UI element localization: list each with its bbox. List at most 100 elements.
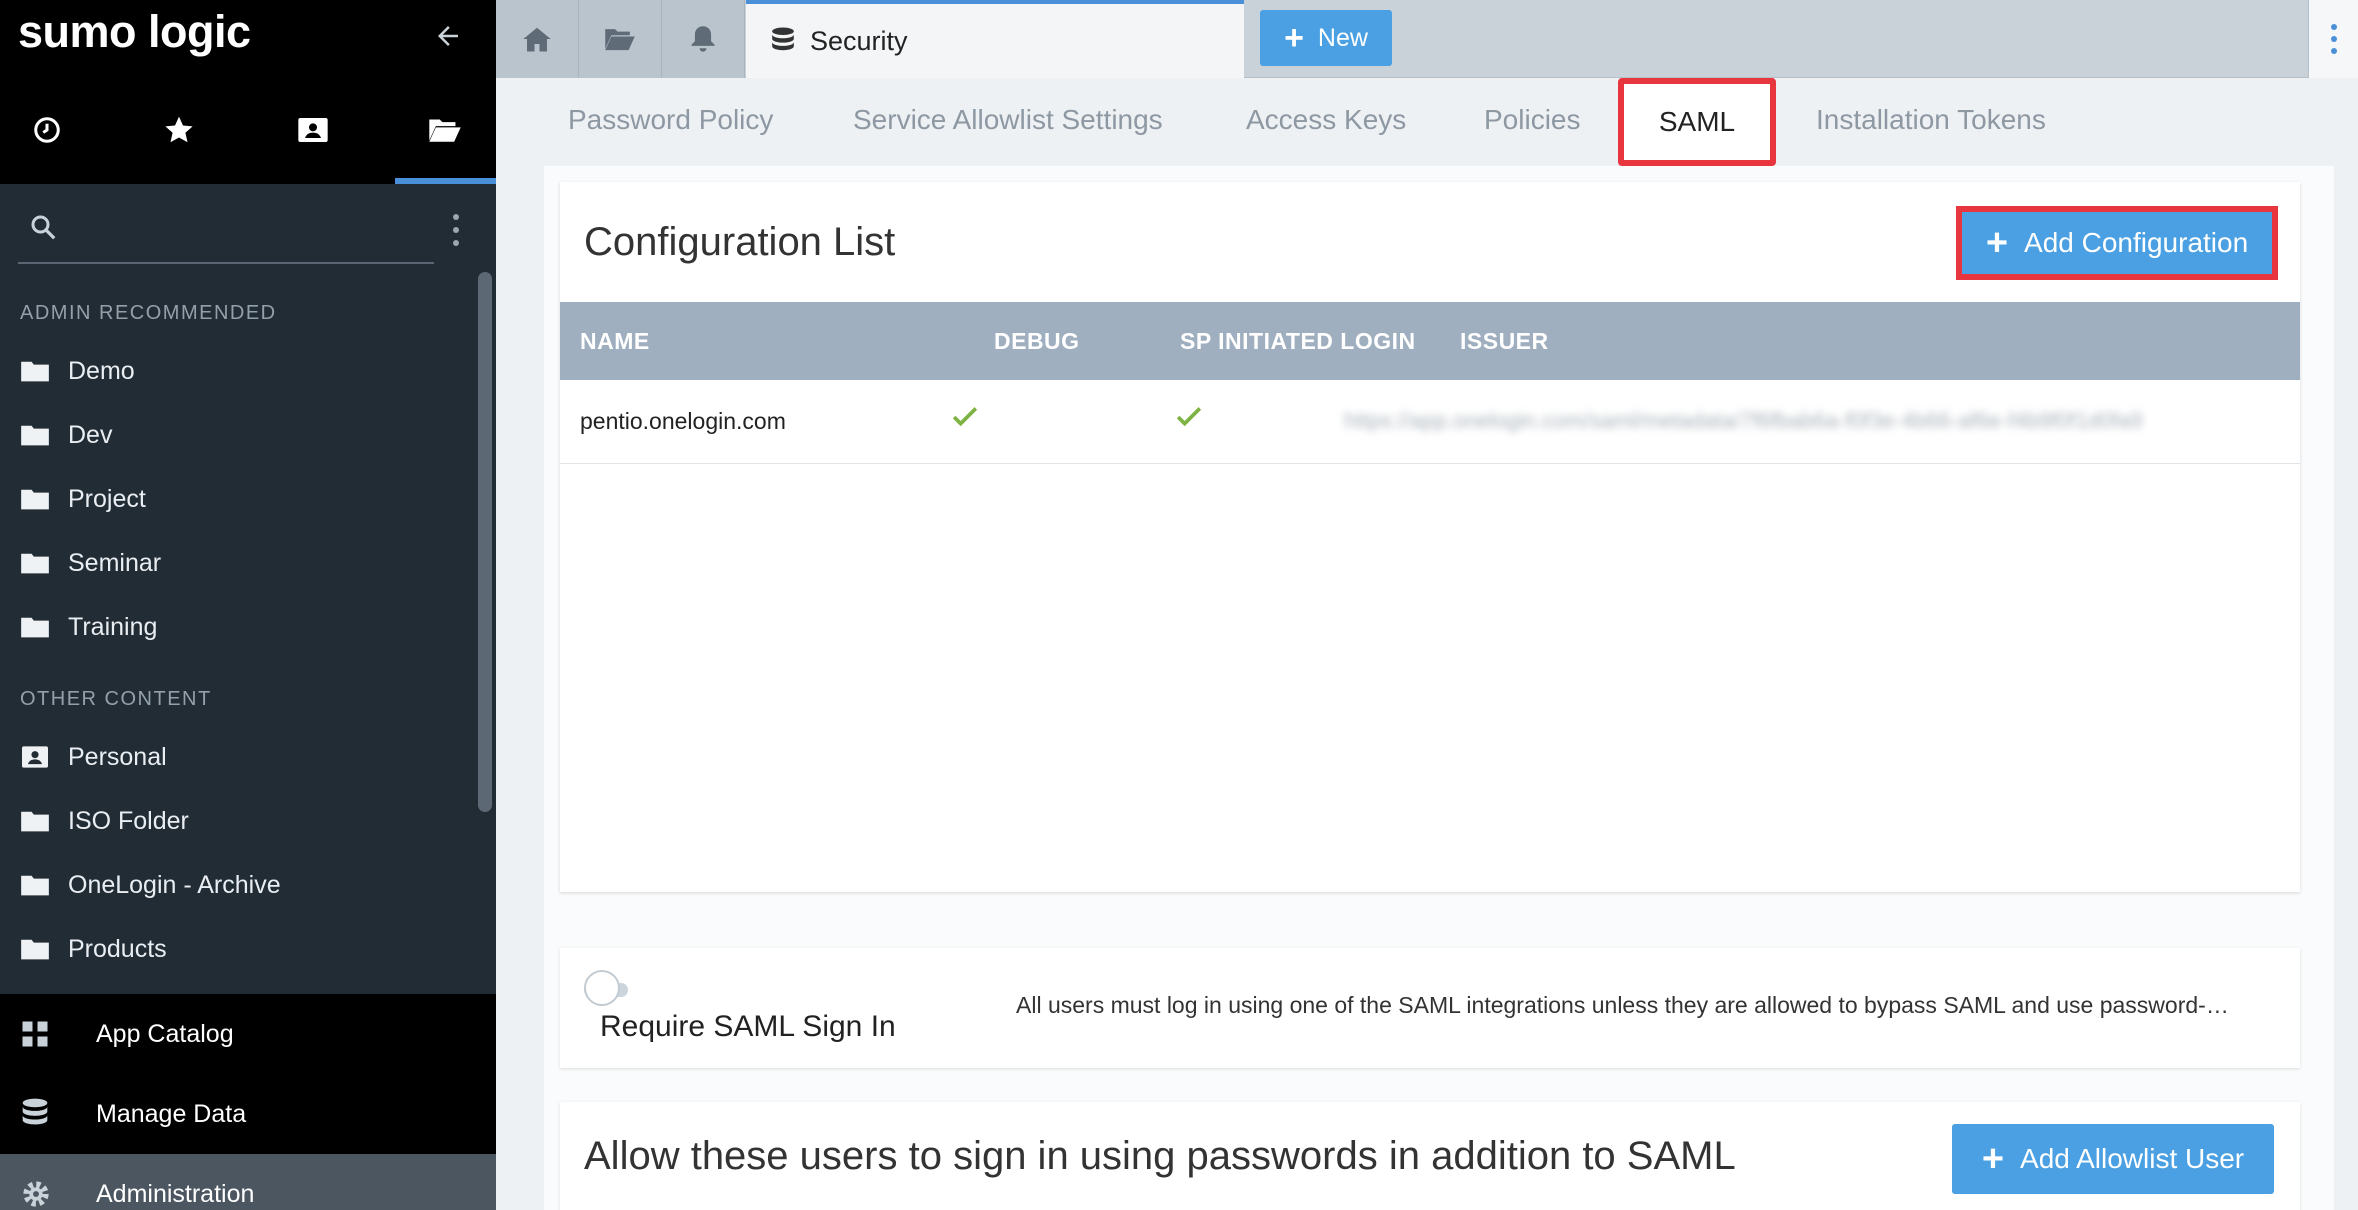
cell-issuer-redacted: https://app.onelogin.com/saml/metadata/7… [1344, 408, 2143, 433]
subtab-password-policy[interactable]: Password Policy [568, 104, 773, 148]
tree-item-label: Dev [68, 420, 113, 449]
sidebar-more-options-icon[interactable] [444, 210, 468, 250]
search-input[interactable] [68, 208, 428, 252]
table-header: NAME DEBUG SP INITIATED LOGIN ISSUER [560, 302, 2300, 380]
column-header-debug[interactable]: DEBUG [994, 328, 1080, 355]
column-header-sp-initiated-login[interactable]: SP INITIATED LOGIN [1180, 328, 1416, 355]
tree-item-project[interactable]: Project [20, 474, 460, 524]
nav-label: Administration [96, 1179, 255, 1208]
nav-tab-personal[interactable] [268, 100, 358, 160]
cell-name: pentio.onelogin.com [580, 408, 786, 434]
search-icon [31, 215, 56, 240]
plus-icon: + [1284, 19, 1304, 57]
nav-label: App Catalog [96, 1019, 234, 1048]
open-folder-icon [605, 29, 635, 51]
tree-item-products[interactable]: Products [20, 924, 460, 974]
sidebar: sumo logic ADMIN RECOMMENDED Demo Dev Pr [0, 0, 496, 1210]
checkmark-icon [952, 404, 978, 434]
open-folder-icon [429, 119, 461, 142]
nav-app-catalog[interactable]: App Catalog [0, 994, 496, 1074]
nav-administration[interactable]: Administration [0, 1154, 496, 1210]
sidebar-scrollbar[interactable] [478, 272, 492, 812]
tree-item-label: Demo [68, 356, 135, 385]
database-icon [20, 1098, 56, 1130]
arrow-left-icon [438, 26, 458, 46]
column-header-name[interactable]: NAME [580, 328, 650, 355]
bottom-nav: App Catalog Manage Data Administration [0, 994, 496, 1210]
sidebar-search [18, 200, 434, 264]
active-nav-indicator [395, 178, 496, 184]
nav-manage-data[interactable]: Manage Data [0, 1074, 496, 1154]
tree-item-onelogin-archive[interactable]: OneLogin - Archive [20, 860, 460, 910]
require-saml-description: All users must log in using one of the S… [1016, 992, 2229, 1018]
add-configuration-label: Add Configuration [2024, 227, 2249, 258]
add-allowlist-user-button[interactable]: + Add Allowlist User [1952, 1124, 2274, 1194]
folder-icon [20, 615, 50, 639]
tab-label: Security [810, 25, 908, 56]
add-configuration-button[interactable]: + Add Configuration [1956, 206, 2278, 280]
subtab-policies[interactable]: Policies [1484, 104, 1580, 148]
tree-item-label: OneLogin - Archive [68, 870, 281, 899]
toggle-knob[interactable] [584, 970, 620, 1006]
tree-item-seminar[interactable]: Seminar [20, 538, 460, 588]
star-icon [165, 116, 193, 143]
database-icon [772, 27, 794, 51]
require-saml-card: Require SAML Sign In All users must log … [560, 948, 2300, 1068]
add-allowlist-label: Add Allowlist User [2020, 1143, 2245, 1174]
collapse-sidebar-button[interactable] [428, 16, 468, 56]
table-row[interactable]: pentio.onelogin.com https://app.onelogin… [560, 380, 2300, 464]
tree-item-label: ISO Folder [68, 806, 189, 835]
tree-item-iso-folder[interactable]: ISO Folder [20, 796, 460, 846]
brand-bar: sumo logic [0, 0, 496, 184]
tree-item-demo[interactable]: Demo [20, 346, 460, 396]
tree-item-personal[interactable]: Personal [20, 732, 460, 782]
subtab-service-allowlist-settings[interactable]: Service Allowlist Settings [853, 104, 1163, 148]
gear-icon [20, 1178, 56, 1210]
contact-folder-icon [298, 118, 328, 142]
grid-icon [20, 1019, 56, 1049]
folder-icon [20, 423, 50, 447]
alerts-tab[interactable] [662, 0, 745, 78]
tree-item-label: Training [68, 612, 158, 641]
tree-item-label: Seminar [68, 548, 162, 577]
tree-item-label: Personal [68, 742, 167, 771]
nav-label: Manage Data [96, 1099, 247, 1128]
subtab-saml[interactable]: SAML [1618, 78, 1776, 166]
subtab-installation-tokens[interactable]: Installation Tokens [1816, 104, 2046, 148]
tree-item-label: Products [68, 934, 167, 963]
require-saml-label: Require SAML Sign In [600, 1010, 896, 1043]
bell-icon [691, 26, 715, 52]
new-button-label: New [1317, 23, 1368, 52]
checkmark-icon [1176, 404, 1202, 434]
config-list-title: Configuration List [584, 220, 896, 264]
tree-item-dev[interactable]: Dev [20, 410, 460, 460]
new-button[interactable]: + New [1260, 10, 1392, 66]
contact-folder-icon [20, 744, 50, 770]
home-icon [523, 27, 551, 52]
tab-security[interactable]: Security [746, 0, 1244, 78]
column-header-issuer[interactable]: ISSUER [1460, 328, 1549, 355]
section-label-other-content: OTHER CONTENT [20, 688, 212, 710]
nav-tab-recent[interactable] [2, 100, 92, 160]
folder-icon [20, 873, 50, 897]
library-tab[interactable] [579, 0, 662, 78]
topbar-more-options-icon[interactable] [2308, 0, 2358, 78]
configuration-list-card: Configuration List + Add Configuration N… [560, 182, 2300, 892]
tree-item-training[interactable]: Training [20, 602, 460, 652]
subtab-access-keys[interactable]: Access Keys [1246, 104, 1406, 148]
plus-icon: + [1985, 222, 2009, 264]
nav-tab-library[interactable] [400, 100, 490, 160]
allowlist-card: Allow these users to sign in using passw… [560, 1102, 2300, 1210]
plus-icon: + [1981, 1138, 2005, 1180]
folder-icon [20, 487, 50, 511]
nav-tab-favorites[interactable] [134, 100, 224, 160]
sumo-logic-logo: sumo logic [18, 6, 251, 57]
top-tab-bar: Security + New [496, 0, 2358, 78]
folder-icon [20, 359, 50, 383]
allowlist-title: Allow these users to sign in using passw… [584, 1134, 1736, 1178]
tree-item-label: Project [68, 484, 146, 513]
folder-icon [20, 937, 50, 961]
folder-icon [20, 551, 50, 575]
home-tab[interactable] [496, 0, 579, 78]
folder-icon [20, 809, 50, 833]
